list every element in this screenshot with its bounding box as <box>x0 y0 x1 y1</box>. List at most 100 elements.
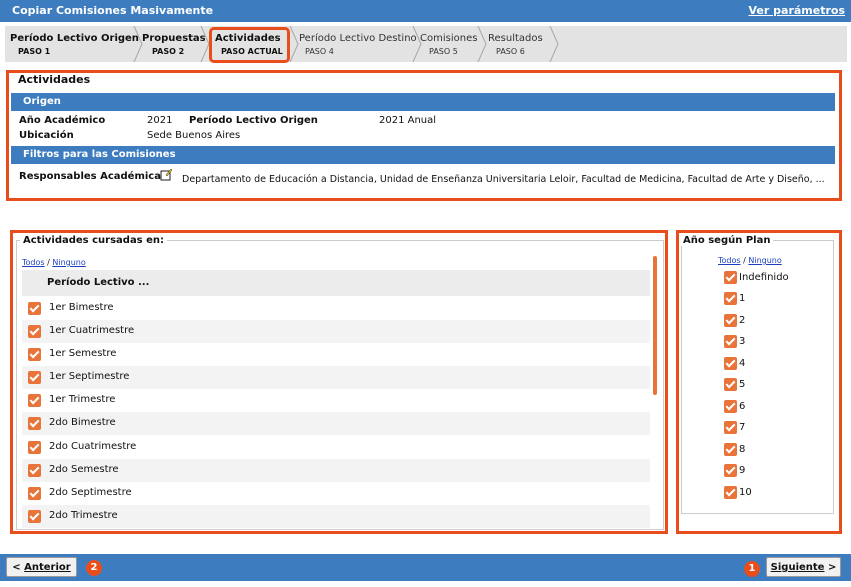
list-item[interactable]: 1er Septimestre <box>22 366 650 389</box>
list-scrollbar[interactable] <box>653 256 657 395</box>
anio-plan-ninguno-link[interactable]: Ninguno <box>748 256 781 265</box>
wizard-step-6[interactable]: Resultados PASO 6 <box>488 26 548 62</box>
list-item-label: 1er Trimestre <box>49 394 116 405</box>
current-step-highlight <box>209 27 290 63</box>
anterior-label: Anterior <box>24 561 71 573</box>
list-item-label: 2do Trimestre <box>49 510 118 521</box>
checkbox-checked[interactable] <box>28 302 41 315</box>
siguiente-label: Siguiente <box>770 561 825 573</box>
wizard-step-5[interactable]: Comisiones PASO 5 <box>420 26 480 62</box>
list-item[interactable]: 2do Semestre <box>22 459 650 482</box>
wizard-step-paso: PASO 1 <box>18 47 51 56</box>
window-titlebar: Copiar Comisiones Masivamente Ver paráme… <box>0 0 851 22</box>
list-item-label: 2do Bimestre <box>49 417 116 428</box>
anio-plan-item-label: 1 <box>739 293 746 304</box>
checkbox-checked[interactable] <box>724 400 737 413</box>
periodo-origen-value: 2021 Anual <box>379 115 437 126</box>
checkbox-checked[interactable] <box>28 417 41 430</box>
anio-plan-item-label: 10 <box>739 487 752 498</box>
anterior-button[interactable]: < Anterior <box>6 557 77 577</box>
anio-plan-item-label: 6 <box>739 401 746 412</box>
wizard-step-paso: PASO 5 <box>429 47 458 56</box>
list-item[interactable]: 1er Trimestre <box>22 389 650 412</box>
checkbox-checked[interactable] <box>724 421 737 434</box>
window-title: Copiar Comisiones Masivamente <box>12 4 214 17</box>
edit-note-icon[interactable] <box>160 169 172 181</box>
list-item-label: 1er Septimestre <box>49 371 130 382</box>
ubicacion-value: Sede Buenos Aires <box>147 130 241 141</box>
periodo-origen-label: Período Lectivo Origen <box>189 115 318 126</box>
chevron-right-icon <box>289 26 299 62</box>
origen-header: Origen <box>11 93 835 111</box>
list-item[interactable]: 2do Cuatrimestre <box>22 436 650 459</box>
annotation-marker-1: 1 <box>744 561 760 577</box>
checkbox-checked[interactable] <box>28 325 41 338</box>
checkbox-checked[interactable] <box>724 271 737 284</box>
cursadas-ninguno-link[interactable]: Ninguno <box>52 258 85 267</box>
wizard-step-name: Propuestas <box>142 33 206 44</box>
list-item-label: 1er Semestre <box>49 348 117 359</box>
list-item[interactable]: 2do Septimestre <box>22 482 650 505</box>
actividades-title: Actividades <box>18 73 91 86</box>
filtros-header: Filtros para las Comisiones <box>11 146 835 164</box>
list-item-label: 2do Septimestre <box>49 487 132 498</box>
list-item-label: 2do Cuatrimestre <box>49 441 137 452</box>
anio-plan-select-links: Todos / Ninguno <box>718 256 782 265</box>
wizard-step-name: Resultados <box>488 33 543 44</box>
ver-parametros-link[interactable]: Ver parámetros <box>749 4 845 17</box>
anio-academico-value: 2021 <box>147 115 173 126</box>
wizard-step-name: Comisiones <box>420 33 478 44</box>
checkbox-checked[interactable] <box>724 486 737 499</box>
wizard-footer: < Anterior 2 1 Siguiente > <box>0 554 851 581</box>
checkbox-checked[interactable] <box>724 464 737 477</box>
list-item[interactable]: 1er Cuatrimestre <box>22 320 650 343</box>
wizard-step-2[interactable]: Propuestas PASO 2 <box>142 26 206 62</box>
wizard-step-1[interactable]: Período Lectivo Origen PASO 1 <box>10 26 139 62</box>
siguiente-button[interactable]: Siguiente > <box>766 557 841 577</box>
checkbox-checked[interactable] <box>724 443 737 456</box>
anio-plan-item-label: 4 <box>739 358 746 369</box>
cursadas-legend: Actividades cursadas en: <box>20 235 168 246</box>
checkbox-checked[interactable] <box>28 487 41 500</box>
checkbox-checked[interactable] <box>724 314 737 327</box>
checkbox-checked[interactable] <box>724 357 737 370</box>
chevron-right-icon <box>477 26 487 62</box>
ubicacion-label: Ubicación <box>19 130 74 141</box>
periodo-lectivo-column-header[interactable]: Período Lectivo ... <box>22 270 650 296</box>
anio-plan-item-label: 9 <box>739 465 746 476</box>
checkbox-checked[interactable] <box>28 394 41 407</box>
list-item-label: 2do Semestre <box>49 464 119 475</box>
responsables-value: Departamento de Educación a Distancia, U… <box>182 174 825 185</box>
wizard-step-name: Período Lectivo Destino <box>299 33 417 44</box>
responsables-label: Responsables Académicas <box>19 171 167 182</box>
cursadas-todos-link[interactable]: Todos <box>22 258 45 267</box>
list-item[interactable]: 2do Bimestre <box>22 412 650 435</box>
checkbox-checked[interactable] <box>28 464 41 477</box>
cursadas-select-links: Todos / Ninguno <box>22 258 86 267</box>
wizard-step-paso: PASO 6 <box>496 47 525 56</box>
list-item-label: 1er Cuatrimestre <box>49 325 135 336</box>
checkbox-checked[interactable] <box>724 335 737 348</box>
list-item-label: 1er Bimestre <box>49 302 114 313</box>
anio-plan-item-label: Indefinido <box>739 272 789 283</box>
wizard-steps: Período Lectivo Origen PASO 1 Propuestas… <box>5 26 847 62</box>
checkbox-checked[interactable] <box>724 378 737 391</box>
checkbox-checked[interactable] <box>28 348 41 361</box>
checkbox-checked[interactable] <box>724 292 737 305</box>
checkbox-checked[interactable] <box>28 371 41 384</box>
anio-plan-item-label: 3 <box>739 336 746 347</box>
checkbox-checked[interactable] <box>28 510 41 523</box>
anio-plan-todos-link[interactable]: Todos <box>718 256 741 265</box>
wizard-step-name: Período Lectivo Origen <box>10 33 139 44</box>
wizard-step-paso: PASO 4 <box>305 47 334 56</box>
wizard-step-paso: PASO 2 <box>152 47 185 56</box>
anio-plan-item-label: 2 <box>739 315 746 326</box>
list-item[interactable]: 1er Bimestre <box>22 297 650 320</box>
annotation-marker-2: 2 <box>86 560 102 576</box>
anio-academico-label: Año Académico <box>19 115 106 126</box>
list-item[interactable]: 1er Semestre <box>22 343 650 366</box>
anio-plan-item-label: 7 <box>739 422 746 433</box>
wizard-step-4[interactable]: Período Lectivo Destino PASO 4 <box>299 26 417 62</box>
list-item[interactable]: 2do Trimestre <box>22 505 650 528</box>
checkbox-checked[interactable] <box>28 441 41 454</box>
